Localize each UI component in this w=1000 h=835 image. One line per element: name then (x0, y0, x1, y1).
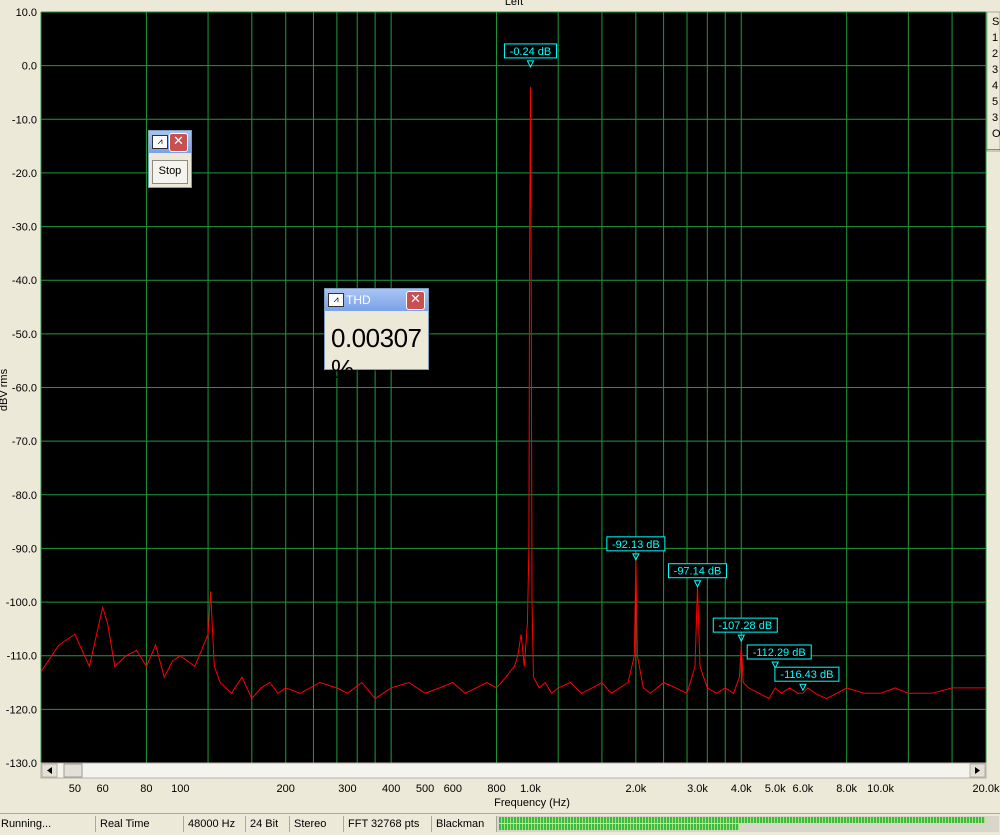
x-tick-label: 3.0k (687, 783, 708, 795)
y-axis-label: dBV rms (0, 368, 10, 411)
h-scrollbar[interactable] (40, 762, 987, 779)
marker-label: -116.43 dB (780, 669, 833, 681)
y-tick-label: 0.0 (22, 61, 37, 73)
thd-window-title: THD (346, 293, 371, 307)
analyzer-app: Left 10.0 0.0 -10.0 -20.0 -30.0 -40.0 -50.0 -60… (0, 0, 1000, 835)
spectrum-chart: Left 10.0 0.0 -10.0 -20.0 -30.0 -40.0 -50.0 -60… (0, 0, 1000, 809)
level-meter-left (499, 817, 985, 823)
marker-label: -97.14 dB (674, 566, 722, 578)
status-channels: Stereo (289, 816, 344, 832)
right-panel-item[interactable]: 3 (992, 64, 998, 76)
y-tick-label: -100.0 (6, 597, 37, 609)
y-tick-label: -20.0 (12, 168, 37, 180)
marker-label: -112.29 dB (753, 647, 806, 659)
waveform-icon: ⩘ (152, 135, 168, 149)
y-tick-label: -60.0 (12, 383, 37, 395)
y-tick-label: -40.0 (12, 275, 37, 287)
y-tick-label: -70.0 (12, 436, 37, 448)
marker-label: -92.13 dB (612, 539, 660, 551)
thd-window-close-button[interactable]: ✕ (406, 291, 425, 310)
x-tick-label: 200 (277, 783, 295, 795)
right-panel-item[interactable]: 1 (992, 32, 998, 44)
status-mode: Real Time (95, 816, 185, 832)
x-tick-label: 8.0k (836, 783, 857, 795)
y-tick-label: -80.0 (12, 490, 37, 502)
right-panel-item[interactable]: 5 (992, 96, 998, 108)
y-tick-label: -50.0 (12, 329, 37, 341)
scroll-thumb[interactable] (63, 763, 83, 778)
stop-window: ⩘ ✕ Stop (148, 130, 192, 188)
stop-window-close-button[interactable]: ✕ (169, 133, 188, 152)
status-sample-rate: 48000 Hz (183, 816, 246, 832)
y-tick-label: 10.0 (16, 7, 37, 19)
status-bar: Running... Real Time 48000 Hz 24 Bit Ste… (0, 813, 1000, 835)
x-tick-labels: 50 60 80 100 200 300 400 500 600 800 1.0k 2.0k 3.0k 4… (69, 783, 1000, 795)
waveform-icon: ⩘ (328, 293, 344, 307)
x-tick-label: 800 (487, 783, 505, 795)
status-window-type: Blackman (431, 816, 496, 832)
x-tick-label: 80 (140, 783, 152, 795)
status-state: Running... (1, 818, 52, 830)
thd-readout: 0.00307 % (331, 323, 422, 384)
x-tick-label: 50 (69, 783, 81, 795)
right-panel-item[interactable]: Se (992, 16, 1000, 28)
x-tick-label: 100 (171, 783, 189, 795)
x-tick-label: 10.0k (867, 783, 894, 795)
marker-label: -107.28 dB (718, 620, 772, 632)
x-tick-label: 60 (97, 783, 109, 795)
y-tick-labels: 10.0 0.0 -10.0 -20.0 -30.0 -40.0 -50.0 -60.0 -70… (6, 7, 37, 770)
y-tick-label: -90.0 (12, 543, 37, 555)
x-tick-label: 5.0k (765, 783, 786, 795)
status-bits: 24 Bit (245, 816, 290, 832)
x-tick-label: 2.0k (625, 783, 646, 795)
right-panel-item[interactable]: 3 (992, 112, 998, 124)
level-meter-right (499, 824, 739, 830)
y-tick-label: -110.0 (7, 651, 37, 663)
level-meter (496, 816, 999, 832)
status-fft-size: FFT 32768 pts (343, 816, 432, 832)
x-tick-label: 400 (382, 783, 400, 795)
marker-label: -0.24 dB (510, 46, 552, 58)
y-tick-label: -30.0 (12, 222, 37, 234)
x-tick-label: 500 (416, 783, 434, 795)
right-panel-item[interactable]: 2 (992, 48, 998, 60)
right-panel-item[interactable]: 4 (992, 80, 998, 92)
y-tick-label: -10.0 (12, 114, 37, 126)
x-tick-label: 6.0k (793, 783, 814, 795)
y-tick-label: -130.0 (6, 758, 37, 770)
x-tick-label: 300 (338, 783, 356, 795)
right-panel: Se 1 2 3 4 5 3 O (986, 11, 1000, 152)
x-tick-label: 4.0k (731, 783, 752, 795)
chart-title: Left (505, 0, 523, 8)
right-panel-item[interactable]: O (992, 128, 1000, 140)
x-tick-label: 1.0k (520, 783, 541, 795)
x-tick-label: 20.0k (973, 783, 1000, 795)
thd-window-titlebar[interactable]: ⩘ THD ✕ (325, 289, 428, 311)
thd-window: ⩘ THD ✕ 0.00307 % (324, 288, 429, 384)
y-tick-label: -120.0 (6, 704, 37, 716)
x-axis-label: Frequency (Hz) (494, 797, 570, 809)
stop-button[interactable]: Stop (152, 160, 188, 184)
x-tick-label: 600 (444, 783, 462, 795)
stop-window-titlebar[interactable]: ⩘ ✕ (149, 131, 191, 153)
